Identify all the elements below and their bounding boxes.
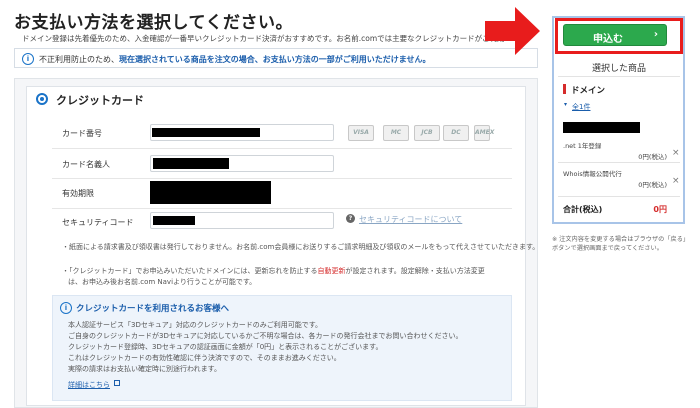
credit-card-title: クレジットカード <box>56 94 144 107</box>
expiry-select[interactable] <box>150 181 271 204</box>
credit-card-radio[interactable] <box>36 93 48 105</box>
expiry-label: 有効期限 <box>62 189 94 198</box>
info-line: 本人認証サービス「3Dセキュア」対応のクレジットカードのみご利用可能です。 <box>68 321 323 329</box>
item-count-link[interactable]: 全1件 <box>572 102 590 112</box>
info-line: クレジットカード登録時、3Dセキュアの認証画面に金額が「0円」と表示されることが… <box>68 343 383 351</box>
security-code-label: セキュリティコード <box>62 218 134 227</box>
category-marker <box>563 84 566 94</box>
detail-link[interactable]: 詳細はこちら <box>68 380 110 390</box>
divider <box>558 196 680 197</box>
redacted-value <box>152 128 260 137</box>
notice-text: 不正利用防止のため、現在選択されている商品を注文の場合、お支払い方法の一部がご利… <box>39 55 431 64</box>
auto-renew-note-cont: は、お申込み後お名前.com Naviより行うことが可能です。 <box>68 278 257 286</box>
apply-button[interactable]: 申込む › <box>563 24 667 46</box>
total-price: 0円 <box>653 205 667 214</box>
red-arrow-icon <box>485 7 540 55</box>
external-link-icon <box>114 380 120 386</box>
info-icon: i <box>22 53 34 65</box>
card-holder-label: カード名義人 <box>62 160 110 169</box>
selected-items-title: 選択した商品 <box>591 64 646 74</box>
divider <box>558 76 680 77</box>
divider <box>52 148 512 149</box>
amex-icon: AMEX <box>474 125 494 141</box>
card-number-input[interactable] <box>150 124 334 141</box>
item-price: 0円(税込) <box>638 181 667 189</box>
category-label: ドメイン <box>571 86 606 96</box>
security-code-help-link[interactable]: セキュリティコードについて <box>359 214 462 225</box>
divider <box>52 208 512 209</box>
info-title: クレジットカードを利用されるお客様へ <box>76 304 230 314</box>
redacted-domain <box>563 122 640 133</box>
page-title: お支払い方法を選択してください。 <box>14 13 293 33</box>
diners-icon: DC <box>443 125 469 141</box>
chevron-right-icon: › <box>653 29 658 40</box>
info-icon: i <box>60 302 72 314</box>
item-price: 0円(税込) <box>638 153 667 161</box>
total-label: 合計(税込) <box>563 205 603 214</box>
notice-box: i 不正利用防止のため、現在選択されている商品を注文の場合、お支払い方法の一部が… <box>14 48 538 68</box>
security-code-input[interactable] <box>150 212 334 229</box>
visa-icon: VISA <box>348 125 374 141</box>
page-intro: ドメイン登録は先着優先のため、入金確認が一番早いクレジットカード決済がおすすめで… <box>22 34 505 43</box>
mastercard-icon: MC <box>383 125 409 141</box>
question-icon: ? <box>346 214 355 223</box>
info-line: ご自身のクレジットカードが3Dセキュアに対応しているかご不明な場合は、各カードの… <box>68 332 463 340</box>
divider <box>558 162 680 163</box>
item-name: Whois情報公開代行 <box>563 170 622 178</box>
apply-button-label: 申込む <box>593 34 623 45</box>
info-line: 実際の請求はお支払い確定時に別途行われます。 <box>68 365 221 373</box>
auto-renew-note: ・「クレジットカード」でお申込みいただいたドメインには、更新忘れを防止する自動更… <box>62 267 485 275</box>
remove-item-button[interactable]: × <box>672 148 680 158</box>
remove-item-button[interactable]: × <box>672 176 680 186</box>
info-line: これはクレジットカードの有効性確認に伴う決済ですので、そのままお進みください。 <box>68 354 341 362</box>
redacted-value <box>153 216 195 225</box>
jcb-icon: JCB <box>414 125 440 141</box>
divider <box>52 178 512 179</box>
card-number-label: カード番号 <box>62 129 102 138</box>
receipt-note: ・紙面による請求書及び領収書は発行しておりません。お名前.com会員様にお送りす… <box>62 243 540 251</box>
item-name: .net 1年登録 <box>563 142 602 150</box>
redacted-value <box>153 158 229 169</box>
card-holder-input[interactable] <box>150 155 334 172</box>
sidebar-note: ※ 注文内容を変更する場合はブラウザの「戻る」ボタンで選択画面まで戻ってください… <box>552 236 690 252</box>
chevron-down-icon: ▾ <box>564 101 568 108</box>
